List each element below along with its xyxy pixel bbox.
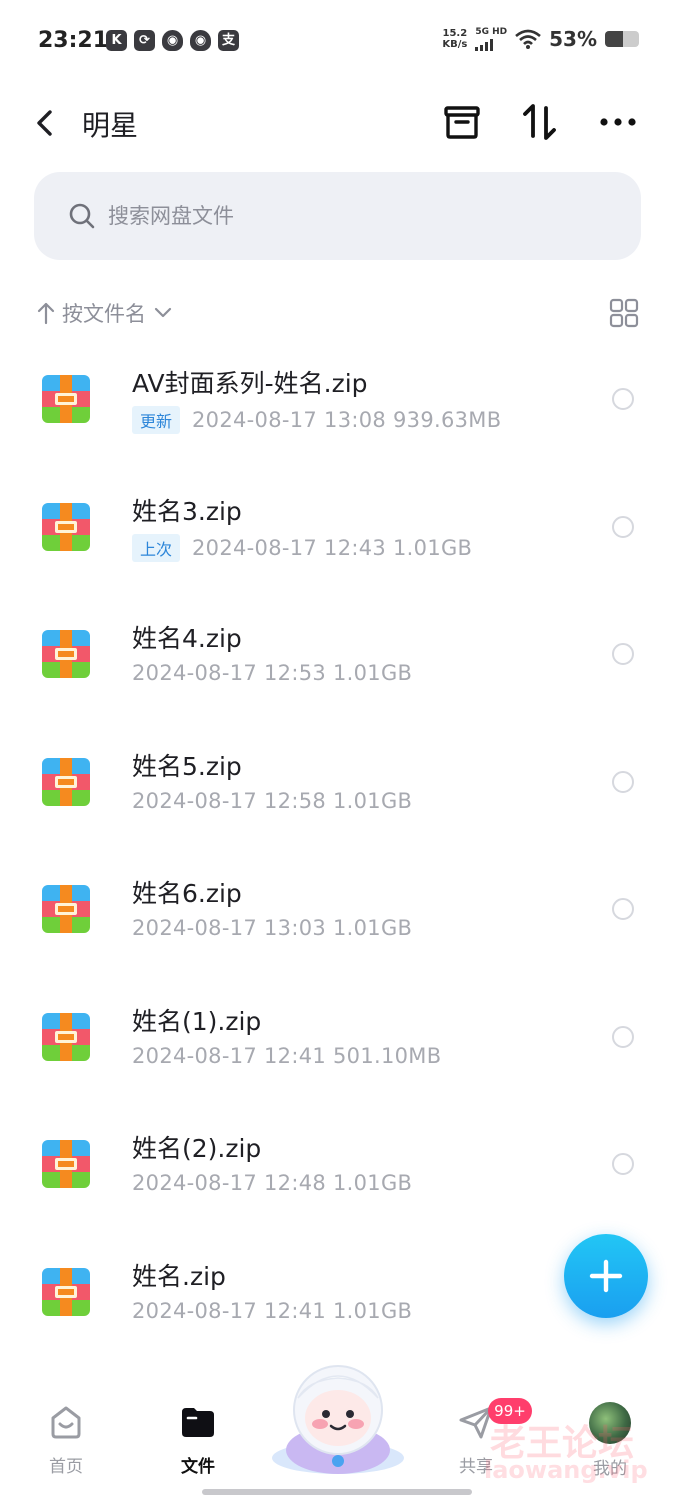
zip-file-icon [42, 1267, 90, 1316]
file-date-size: 2024-08-17 12:58 1.01GB [132, 788, 413, 813]
file-name: 姓名(1).zip [132, 1006, 262, 1036]
file-name: 姓名3.zip [132, 496, 242, 526]
folder-icon [182, 1408, 214, 1437]
wifi-icon [515, 29, 541, 49]
mascot-icon[interactable] [268, 1358, 408, 1476]
file-row[interactable]: 姓名(2).zip 2024-08-17 12:48 1.01GB [0, 1105, 675, 1233]
file-date-size: 2024-08-17 12:43 1.01GB [192, 535, 473, 560]
file-tag: 更新 [132, 406, 181, 434]
select-radio[interactable] [612, 1153, 634, 1175]
search-bar[interactable] [34, 172, 641, 260]
file-row[interactable]: 姓名6.zip 2024-08-17 13:03 1.01GB [0, 850, 675, 978]
sort-label: 按文件名 [62, 302, 146, 326]
file-name: AV封面系列-姓名.zip [132, 369, 368, 398]
signal-icon [475, 39, 507, 51]
zip-file-icon [42, 375, 90, 423]
file-row[interactable]: 姓名4.zip 2024-08-17 12:53 1.01GB [0, 595, 675, 723]
file-meta: 上次 2024-08-17 12:43 1.01GB [132, 533, 473, 562]
search-icon [69, 203, 95, 229]
zip-file-icon [42, 885, 90, 933]
select-radio[interactable] [612, 1025, 634, 1048]
sort-ascending-icon [37, 302, 55, 325]
archive-icon[interactable] [440, 100, 484, 144]
select-radio[interactable] [612, 515, 634, 538]
file-date-size: 2024-08-17 12:53 1.01GB [132, 661, 413, 685]
status-time: 23:21 [38, 28, 109, 53]
file-name: 姓名5.zip [132, 751, 242, 781]
file-name: 姓名6.zip [132, 879, 242, 908]
nav-files-label: 文件 [181, 1457, 215, 1477]
file-date-size: 2024-08-17 13:08 939.63MB [192, 408, 502, 432]
network-type: 5G HD [475, 27, 508, 37]
more-icon[interactable] [596, 100, 640, 144]
nav-me[interactable]: 我的 [570, 1402, 650, 1479]
file-name: 姓名.zip [132, 1261, 226, 1291]
zip-file-icon [42, 630, 90, 678]
title-bar: 明星 [0, 90, 675, 156]
status-bar: 23:21 K ⟳ ◉ ◉ 支 15.2 KB/s 5G HD 53% [0, 0, 675, 86]
file-meta: 2024-08-17 12:41 501.10MB [132, 1044, 441, 1068]
sort-icon[interactable] [518, 100, 562, 144]
file-meta: 2024-08-17 12:41 1.01GB [132, 1299, 412, 1323]
select-radio[interactable] [612, 388, 634, 410]
home-indicator[interactable] [202, 1489, 472, 1495]
zip-file-icon [42, 1140, 90, 1188]
grid-view-icon[interactable] [608, 297, 640, 329]
file-tag: 上次 [132, 533, 181, 562]
network-speed: 15.2 KB/s [442, 28, 468, 50]
add-button[interactable] [564, 1234, 648, 1318]
k-app-icon: K [106, 30, 127, 51]
file-meta: 2024-08-17 12:58 1.01GB [132, 789, 412, 813]
nav-share-label: 共享 [459, 1457, 493, 1477]
file-meta: 2024-08-17 12:48 1.01GB [132, 1171, 412, 1195]
file-name: 姓名4.zip [132, 624, 242, 653]
select-radio[interactable] [612, 643, 634, 665]
file-row[interactable]: AV封面系列-姓名.zip 更新 2024-08-17 13:08 939.63… [0, 340, 675, 468]
search-input[interactable] [108, 172, 608, 260]
page-title: 明星 [82, 109, 139, 142]
file-date-size: 2024-08-17 13:03 1.01GB [132, 916, 413, 940]
nav-home[interactable]: 首页 [26, 1402, 106, 1477]
nav-home-label: 首页 [49, 1457, 83, 1477]
file-meta: 2024-08-17 13:03 1.01GB [132, 916, 412, 940]
file-row[interactable]: 姓名5.zip 2024-08-17 12:58 1.01GB [0, 723, 675, 851]
nav-files[interactable]: 文件 [158, 1402, 238, 1477]
qq-app-icon: ◉ [162, 30, 183, 51]
share-badge: 99+ [488, 1398, 532, 1424]
battery-percent: 53% [549, 27, 597, 51]
sync-app-icon: ⟳ [134, 30, 155, 51]
signal-block: 5G HD [475, 27, 507, 51]
file-name: 姓名(2).zip [132, 1134, 262, 1163]
status-right: 15.2 KB/s 5G HD 53% [442, 27, 639, 51]
zip-file-icon [42, 1012, 90, 1061]
sort-selector[interactable]: 按文件名 [36, 296, 174, 330]
select-radio[interactable] [612, 898, 634, 920]
file-meta: 2024-08-17 12:53 1.01GB [132, 661, 412, 685]
zip-file-icon [42, 502, 90, 551]
avatar [589, 1402, 631, 1444]
select-radio[interactable] [612, 770, 634, 793]
zip-file-icon [42, 757, 90, 806]
home-icon [51, 1406, 81, 1439]
chevron-down-icon [154, 307, 172, 318]
back-icon[interactable] [28, 104, 64, 142]
nav-me-label: 我的 [593, 1459, 627, 1479]
file-row[interactable]: 姓名3.zip 上次 2024-08-17 12:43 1.01GB [0, 468, 675, 596]
file-date-size: 2024-08-17 12:48 1.01GB [132, 1171, 413, 1195]
alipay-app-icon: 支 [218, 30, 239, 51]
file-date-size: 2024-08-17 12:41 1.01GB [132, 1298, 413, 1323]
plus-icon [589, 1259, 623, 1293]
file-row[interactable]: 姓名(1).zip 2024-08-17 12:41 501.10MB [0, 978, 675, 1106]
file-date-size: 2024-08-17 12:41 501.10MB [132, 1043, 442, 1068]
battery-icon [605, 31, 639, 47]
qq-app-icon-2: ◉ [190, 30, 211, 51]
file-list: AV封面系列-姓名.zip 更新 2024-08-17 13:08 939.63… [0, 340, 675, 1360]
status-app-icons: K ⟳ ◉ ◉ 支 [106, 30, 239, 51]
file-meta: 更新 2024-08-17 13:08 939.63MB [132, 406, 501, 434]
app-screen: 23:21 K ⟳ ◉ ◉ 支 15.2 KB/s 5G HD 53% 明星 搜… [0, 0, 675, 1500]
